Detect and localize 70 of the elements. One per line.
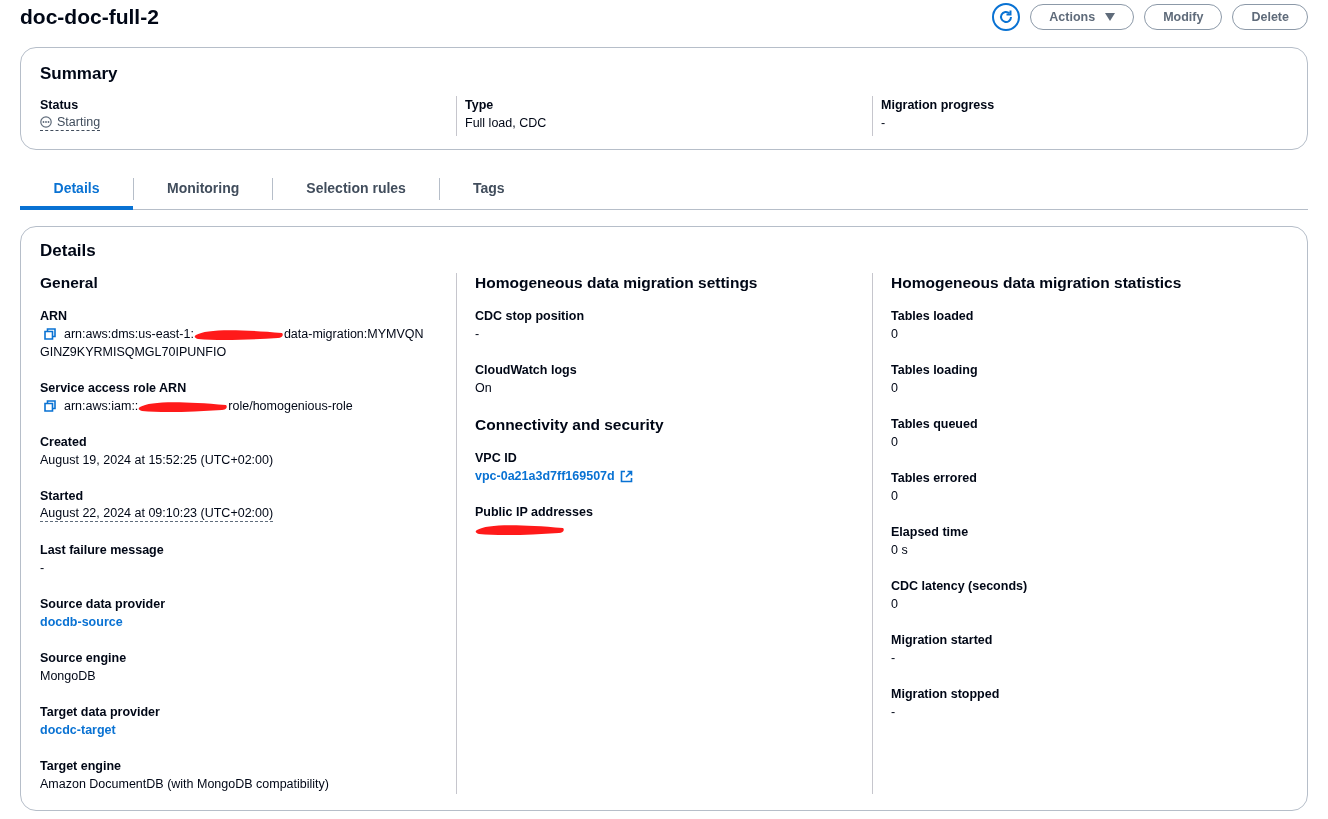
field-value: arn:aws:dms:us-east-1:: [64, 327, 194, 341]
tab[interactable]: Tags: [439, 169, 538, 210]
field-label: Started: [40, 488, 85, 505]
card-title: Summary: [40, 64, 119, 84]
field-label: ARN: [40, 308, 69, 325]
field-label: Target engine: [40, 758, 123, 775]
refresh-button[interactable]: [992, 3, 1021, 31]
field-label: Tables queued: [891, 416, 979, 433]
copy-icon: [44, 400, 56, 412]
field-value: -: [891, 704, 897, 721]
status-indicator: Starting: [40, 114, 101, 131]
field-value: MongoDB: [40, 668, 97, 685]
actions-button[interactable]: Actions: [1030, 4, 1135, 30]
field-value: -: [40, 560, 46, 577]
field-label: CloudWatch logs: [475, 362, 578, 379]
field-value: 0: [891, 326, 899, 343]
field-value: -: [475, 326, 481, 343]
field-value: August 22, 2024 at 09:10:23 (UTC+02:00): [40, 506, 274, 522]
tab[interactable]: Details: [20, 169, 133, 210]
field-value: 0: [891, 380, 899, 397]
card-title: Details: [40, 241, 97, 261]
tab[interactable]: Monitoring: [134, 169, 273, 210]
field-label: Tables loading: [891, 362, 979, 379]
field-label: Status: [40, 97, 80, 114]
section-heading: Homogeneous data migration statistics: [891, 273, 1183, 293]
section-heading: Connectivity and security: [475, 415, 665, 435]
refresh-icon: [998, 9, 1015, 25]
field-label: Elapsed time: [891, 524, 970, 541]
field-value: On: [475, 380, 493, 397]
field-label: Source engine: [40, 650, 128, 667]
field-value: role/homogenious-role: [228, 399, 353, 413]
field-value: -: [891, 650, 897, 667]
link[interactable]: docdc-target: [40, 721, 116, 739]
action-button[interactable]: Modify: [1144, 4, 1223, 30]
page-title: doc-doc-full-2: [20, 5, 159, 29]
section-heading: Homogeneous data migration settings: [475, 273, 759, 293]
field-label: Target data provider: [40, 704, 161, 721]
field-value: data-migration:MYMVQN: [283, 327, 424, 341]
field-value: August 19, 2024 at 15:52:25 (UTC+02:00): [40, 452, 275, 469]
field-label: CDC latency (seconds): [891, 578, 1029, 595]
caret-icon: [1105, 13, 1116, 21]
field-label: Migration stopped: [891, 686, 1001, 703]
link[interactable]: docdb-source: [40, 613, 123, 631]
field-label: Service access role ARN: [40, 380, 188, 397]
tab[interactable]: Selection rules: [273, 169, 439, 210]
copy-icon: [44, 328, 56, 340]
field-label: Last failure message: [40, 542, 165, 559]
field-value: Full load, CDC: [465, 115, 548, 132]
field-label: Created: [40, 434, 88, 451]
field-label: Public IP addresses: [475, 504, 594, 521]
field-label: Migration started: [891, 632, 994, 649]
section-heading: General: [40, 273, 99, 293]
field-value: 0 s: [891, 542, 909, 559]
field-value: arn:aws:iam::: [64, 399, 139, 413]
field-value: GINZ9KYRMISQMGL70IPUNFIO: [40, 344, 227, 361]
field-value: 0: [891, 488, 899, 505]
field-label: Tables errored: [891, 470, 978, 487]
field-label: Migration progress: [881, 97, 996, 114]
field-value: Amazon DocumentDB (with MongoDB compatibility): [40, 776, 330, 793]
external-link-icon: [619, 469, 633, 483]
field-value: -: [881, 115, 887, 132]
link[interactable]: vpc-0a21a3d7ff169507d: [475, 467, 615, 485]
field-label: Source data provider: [40, 596, 167, 613]
field-label: Tables loaded: [891, 308, 975, 325]
field-label: CDC stop position: [475, 308, 585, 325]
action-button[interactable]: Delete: [1232, 4, 1308, 30]
field-value: 0: [891, 434, 899, 451]
field-label: VPC ID: [475, 450, 518, 467]
field-label: Type: [465, 97, 495, 114]
field-value: 0: [891, 596, 899, 613]
